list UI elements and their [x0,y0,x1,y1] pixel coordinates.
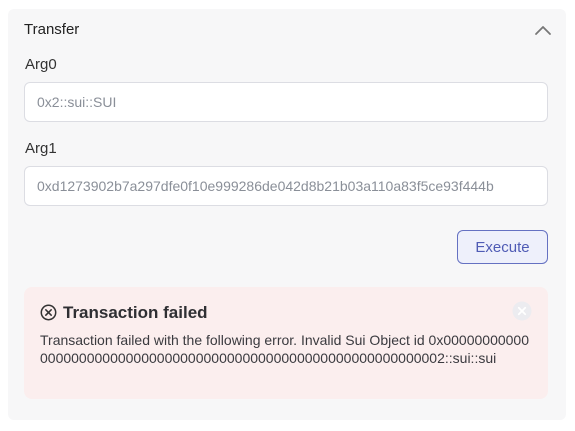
alert-message: Transaction failed with the following er… [40,332,529,366]
alert-title: Transaction failed [63,303,208,322]
transfer-panel: Transfer Arg0 Arg1 Execute Transaction f… [8,9,566,420]
panel-header[interactable]: Transfer [24,21,552,41]
arg1-label: Arg1 [25,140,57,157]
close-icon[interactable] [512,301,532,321]
arg0-label: Arg0 [25,56,57,73]
circle-x-icon [40,304,57,321]
arg1-input[interactable] [24,166,548,206]
execute-button[interactable]: Execute [457,230,548,264]
error-alert: Transaction failed Transaction failed wi… [24,287,548,399]
arg0-input[interactable] [24,82,548,122]
chevron-up-icon[interactable] [534,23,552,37]
panel-title: Transfer [24,21,80,38]
